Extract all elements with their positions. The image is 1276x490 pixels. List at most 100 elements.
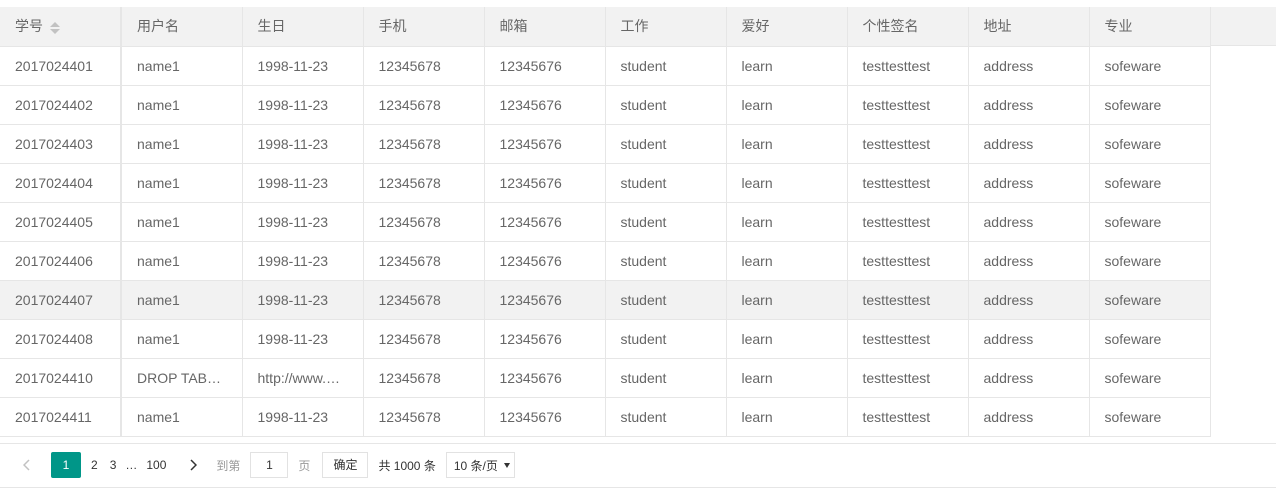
column-header-job: 工作 bbox=[605, 7, 727, 47]
page-link[interactable]: 2 bbox=[85, 452, 104, 478]
table-row[interactable]: 2017024408 name1 1998-11-23 12345678 1234567… bbox=[0, 319, 1211, 359]
cell-username: name1 bbox=[121, 397, 243, 437]
cell-birthday: 1998-11-23 bbox=[242, 46, 364, 86]
cell-address: address bbox=[968, 280, 1090, 320]
cell-address: address bbox=[968, 241, 1090, 281]
cell-student-id: 2017024408 bbox=[0, 319, 122, 359]
column-header-label: 学号 bbox=[15, 18, 43, 35]
cell-hobby: learn bbox=[726, 358, 848, 398]
page-link[interactable]: 3 bbox=[104, 452, 123, 478]
cell-job: student bbox=[605, 358, 727, 398]
cell-signature: testtesttest bbox=[847, 46, 969, 86]
cell-hobby: learn bbox=[726, 241, 848, 281]
cell-birthday: 1998-11-23 bbox=[242, 124, 364, 164]
table-row[interactable]: 2017024402 name1 1998-11-23 12345678 1234567… bbox=[0, 85, 1211, 125]
page-size-value: 10 条/页 bbox=[453, 458, 498, 473]
page-link-last[interactable]: 100 bbox=[140, 452, 172, 478]
column-header-signature: 个性签名 bbox=[847, 7, 969, 47]
pager-divider-bottom bbox=[0, 487, 1276, 488]
cell-hobby: learn bbox=[726, 319, 848, 359]
cell-job: student bbox=[605, 124, 727, 164]
cell-phone: 12345678 bbox=[363, 46, 485, 86]
cell-phone: 12345678 bbox=[363, 280, 485, 320]
cell-address: address bbox=[968, 163, 1090, 203]
cell-phone: 12345678 bbox=[363, 124, 485, 164]
cell-job: student bbox=[605, 202, 727, 242]
cell-signature: testtesttest bbox=[847, 241, 969, 281]
table-row[interactable]: 2017024406 name1 1998-11-23 12345678 1234567… bbox=[0, 241, 1211, 281]
cell-address: address bbox=[968, 85, 1090, 125]
cell-signature: testtesttest bbox=[847, 85, 969, 125]
cell-job: student bbox=[605, 319, 727, 359]
cell-major: sofeware bbox=[1089, 46, 1211, 86]
table-row[interactable]: 2017024405 name1 1998-11-23 12345678 1234567… bbox=[0, 202, 1211, 242]
cell-birthday: 1998-11-23 bbox=[242, 241, 364, 281]
cell-phone: 12345678 bbox=[363, 202, 485, 242]
page-ellipsis: … bbox=[125, 458, 138, 472]
column-header-birthday: 生日 bbox=[242, 7, 364, 47]
pager-divider-top bbox=[0, 443, 1276, 444]
table-grid: 学号 用户名 生日 手机 邮箱 工作 爱好 个性签名 地址 专业 2017024… bbox=[0, 7, 1211, 437]
cell-address: address bbox=[968, 202, 1090, 242]
cell-address: address bbox=[968, 124, 1090, 164]
cell-job: student bbox=[605, 397, 727, 437]
cell-signature: testtesttest bbox=[847, 163, 969, 203]
cell-signature: testtesttest bbox=[847, 124, 969, 164]
cell-job: student bbox=[605, 241, 727, 281]
cell-hobby: learn bbox=[726, 46, 848, 86]
cell-email: 12345676 bbox=[484, 163, 606, 203]
column-header-phone: 手机 bbox=[363, 7, 485, 47]
cell-phone: 12345678 bbox=[363, 319, 485, 359]
table-row[interactable]: 2017024403 name1 1998-11-23 12345678 1234567… bbox=[0, 124, 1211, 164]
cell-major: sofeware bbox=[1089, 241, 1211, 281]
cell-email: 12345676 bbox=[484, 358, 606, 398]
page-current[interactable]: 1 bbox=[51, 452, 81, 478]
cell-hobby: learn bbox=[726, 163, 848, 203]
column-header-student-id[interactable]: 学号 bbox=[0, 7, 122, 47]
cell-email: 12345676 bbox=[484, 241, 606, 281]
cell-hobby: learn bbox=[726, 280, 848, 320]
page-size-select[interactable]: 10 条/页 bbox=[445, 452, 515, 478]
table-row[interactable]: 2017024407 name1 1998-11-23 12345678 1234567… bbox=[0, 280, 1211, 320]
caret-down-icon bbox=[503, 462, 510, 468]
cell-job: student bbox=[605, 280, 727, 320]
sort-icon[interactable] bbox=[50, 21, 60, 34]
table-row[interactable]: 2017024404 name1 1998-11-23 12345678 1234567… bbox=[0, 163, 1211, 203]
cell-email: 12345676 bbox=[484, 319, 606, 359]
cell-address: address bbox=[968, 46, 1090, 86]
cell-username: DROP TAB… bbox=[121, 358, 243, 398]
cell-address: address bbox=[968, 358, 1090, 398]
cell-hobby: learn bbox=[726, 397, 848, 437]
column-header-email: 邮箱 bbox=[484, 7, 606, 47]
table-row[interactable]: 2017024411 name1 1998-11-23 12345678 1234567… bbox=[0, 397, 1211, 437]
cell-email: 12345676 bbox=[484, 124, 606, 164]
table-row[interactable]: 2017024410 DROP TAB… http://www.… 12345678 1… bbox=[0, 358, 1211, 398]
goto-label: 到第 bbox=[216, 458, 241, 473]
cell-major: sofeware bbox=[1089, 85, 1211, 125]
cell-email: 12345676 bbox=[484, 202, 606, 242]
cell-birthday: 1998-11-23 bbox=[242, 280, 364, 320]
column-header-address: 地址 bbox=[968, 7, 1090, 47]
cell-email: 12345676 bbox=[484, 280, 606, 320]
cell-birthday: 1998-11-23 bbox=[242, 163, 364, 203]
page-unit-label: 页 bbox=[298, 458, 311, 473]
cell-phone: 12345678 bbox=[363, 358, 485, 398]
column-header-username: 用户名 bbox=[121, 7, 243, 47]
table-row[interactable]: 2017024401 name1 1998-11-23 12345678 1234567… bbox=[0, 46, 1211, 86]
cell-signature: testtesttest bbox=[847, 397, 969, 437]
cell-email: 12345676 bbox=[484, 85, 606, 125]
cell-student-id: 2017024407 bbox=[0, 280, 122, 320]
goto-page-input[interactable] bbox=[250, 452, 289, 478]
column-header-hobby: 爱好 bbox=[726, 7, 848, 47]
cell-phone: 12345678 bbox=[363, 397, 485, 437]
cell-phone: 12345678 bbox=[363, 241, 485, 281]
confirm-button[interactable]: 确定 bbox=[322, 452, 369, 478]
cell-username: name1 bbox=[121, 46, 243, 86]
cell-username: name1 bbox=[121, 163, 243, 203]
chevron-right-icon[interactable] bbox=[176, 452, 210, 478]
cell-student-id: 2017024411 bbox=[0, 397, 122, 437]
cell-birthday: 1998-11-23 bbox=[242, 319, 364, 359]
cell-student-id: 2017024402 bbox=[0, 85, 122, 125]
cell-major: sofeware bbox=[1089, 163, 1211, 203]
chevron-left-icon[interactable] bbox=[10, 452, 44, 478]
